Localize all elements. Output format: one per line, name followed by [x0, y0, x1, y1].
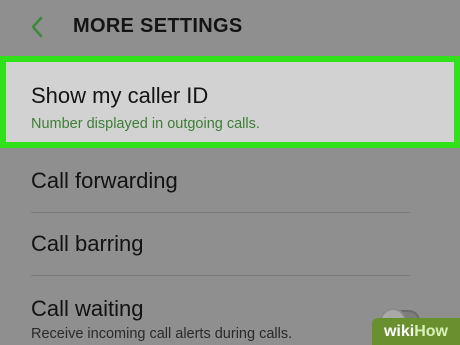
call-forwarding-row[interactable]: Call forwarding — [0, 150, 460, 212]
call-barring-label: Call barring — [31, 231, 144, 256]
show-caller-id-label: Show my caller ID — [31, 83, 209, 108]
call-barring-row[interactable]: Call barring — [0, 213, 460, 275]
back-button[interactable] — [27, 14, 47, 40]
show-caller-id-row[interactable]: Show my caller ID Number displayed in ou… — [0, 56, 460, 148]
more-settings-screen: MORE SETTINGS Show my caller ID Number d… — [0, 0, 460, 345]
call-waiting-label: Call waiting — [31, 296, 144, 321]
app-header: MORE SETTINGS — [0, 0, 460, 56]
wikihow-watermark: wiki How — [372, 318, 460, 345]
call-forwarding-label: Call forwarding — [31, 168, 178, 193]
chevron-left-icon — [31, 16, 43, 38]
page-title: MORE SETTINGS — [73, 15, 243, 37]
watermark-how: How — [414, 322, 448, 340]
show-caller-id-subtitle: Number displayed in outgoing calls. — [31, 116, 260, 132]
call-waiting-subtitle: Receive incoming call alerts during call… — [31, 326, 293, 342]
watermark-wiki: wiki — [383, 322, 415, 340]
